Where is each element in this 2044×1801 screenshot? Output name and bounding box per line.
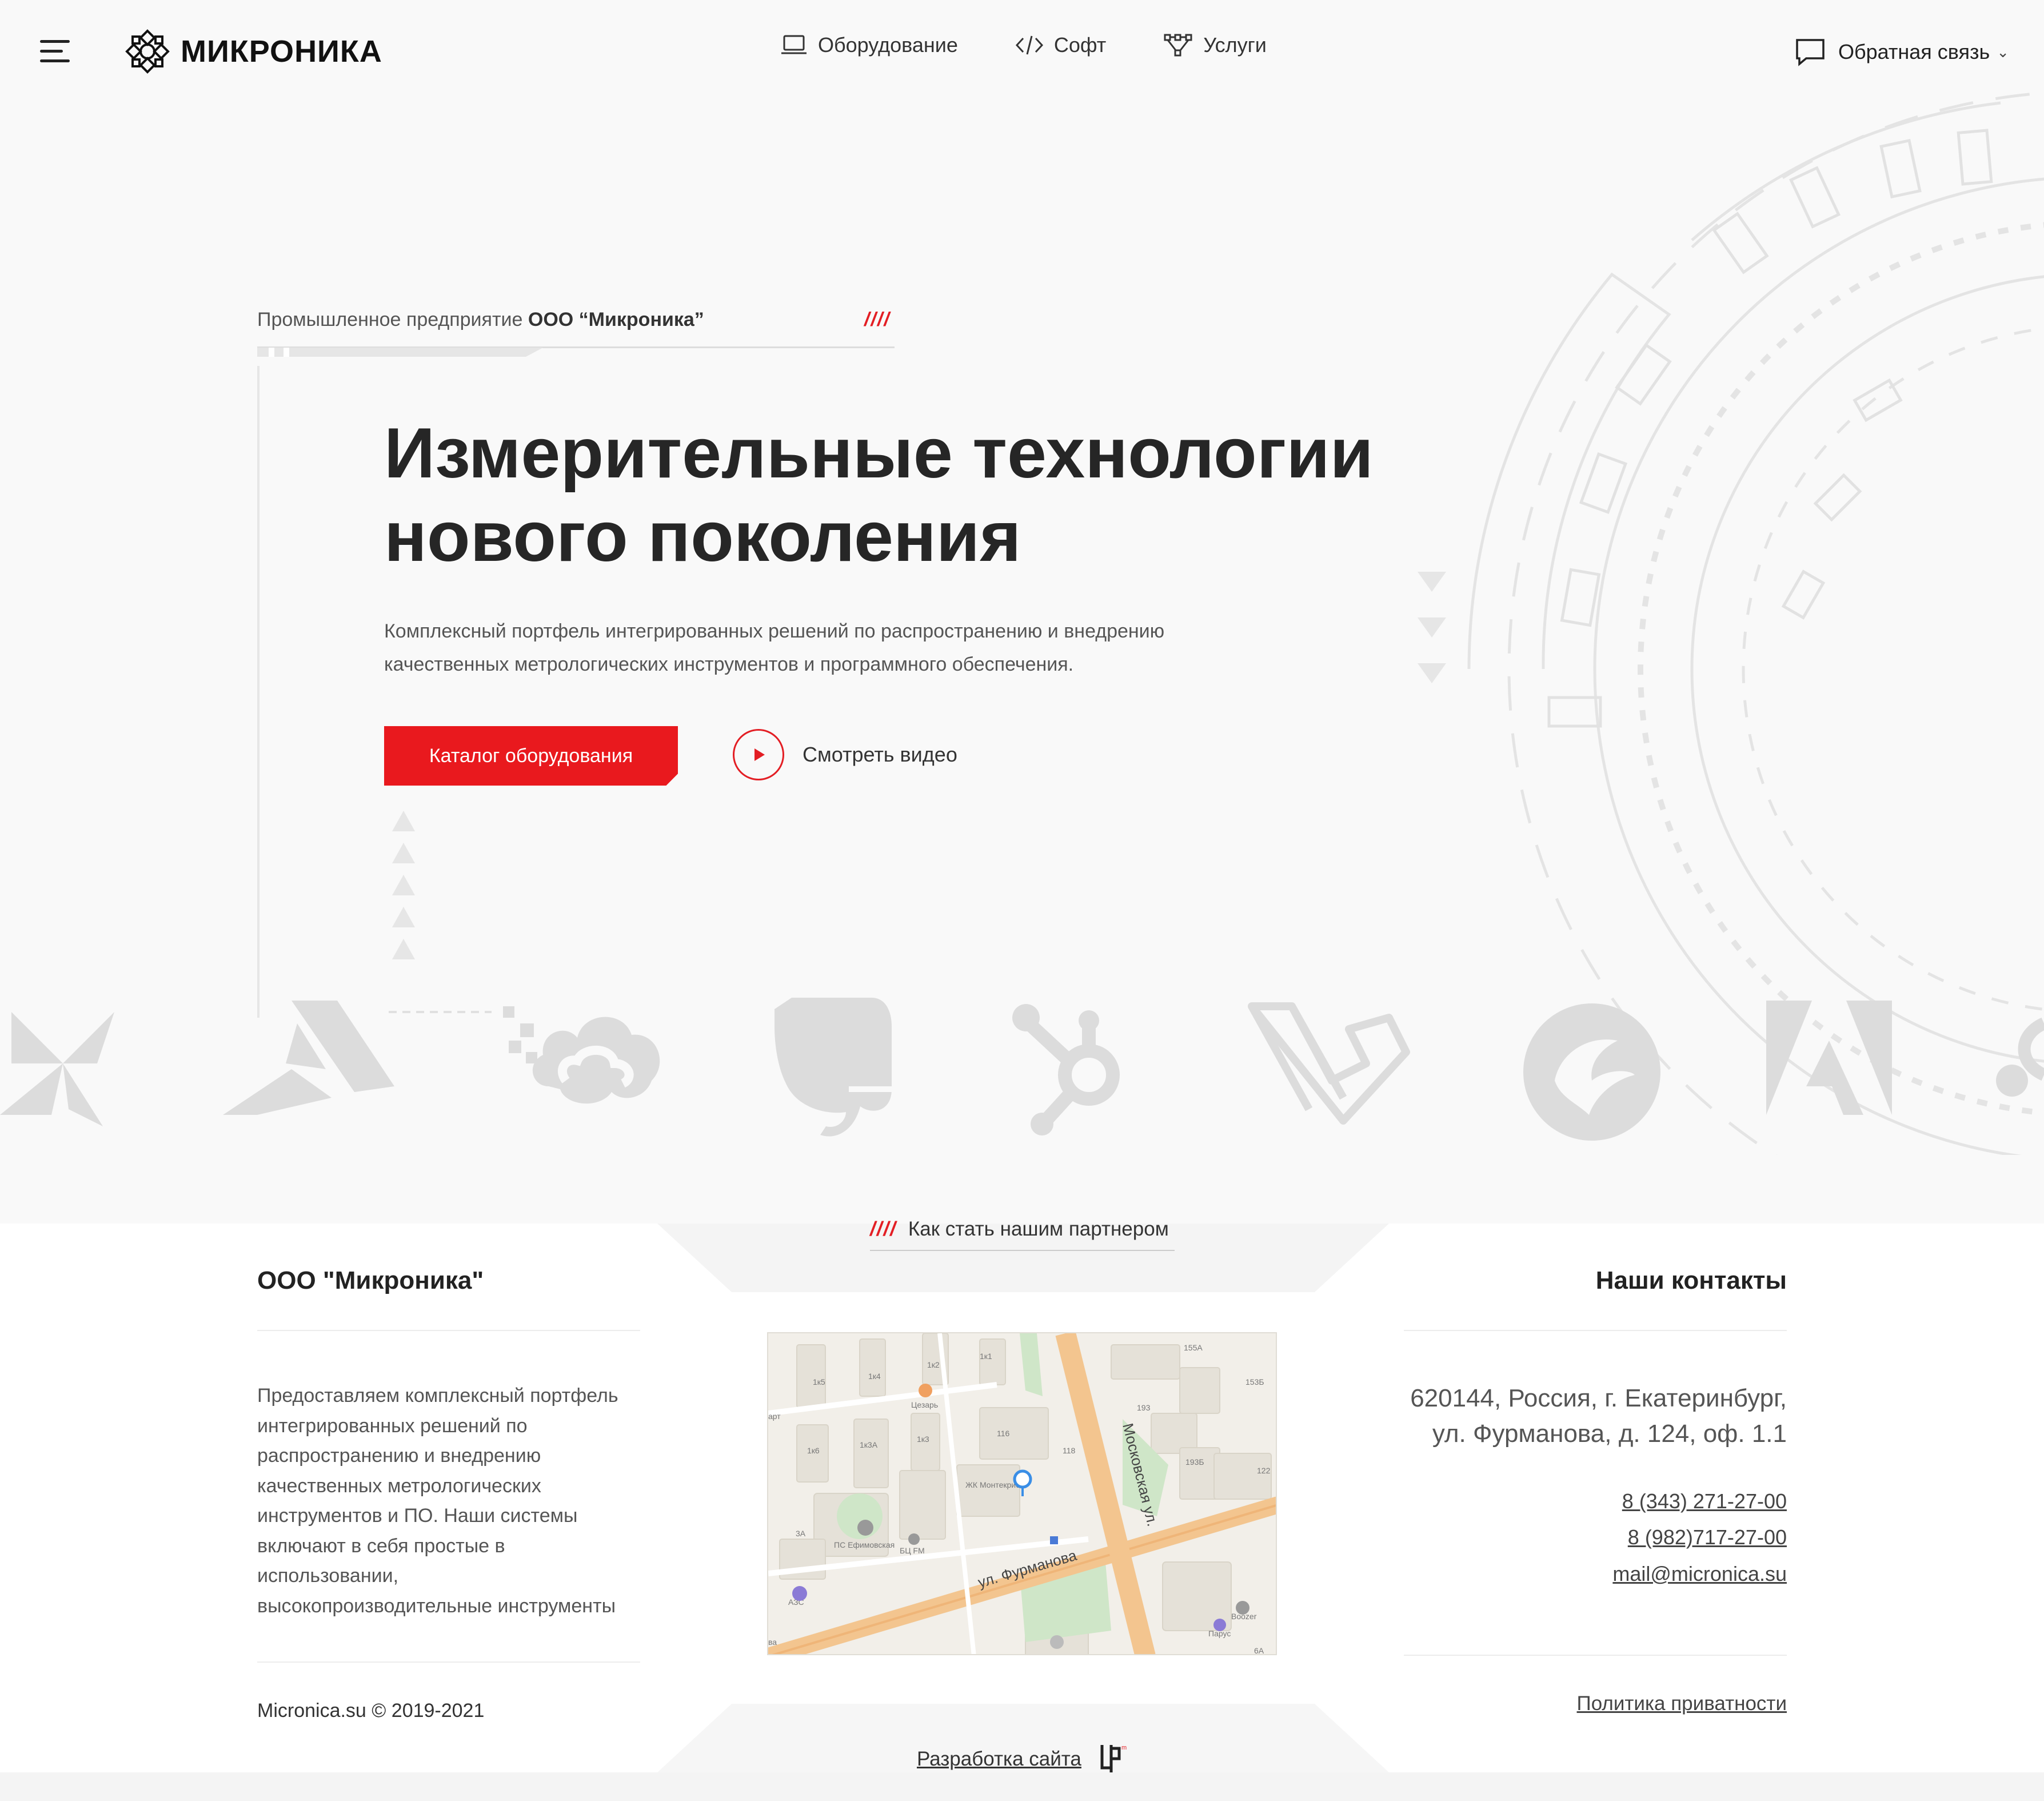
partner-logo-10-icon	[1996, 1017, 2044, 1097]
map-label: 1к6	[807, 1446, 820, 1455]
map-canvas: Московская ул. ул. Фурманова 1к5 1к4 1к2…	[768, 1333, 1276, 1655]
map-label: 116	[997, 1429, 1010, 1438]
map-label: 1к4	[868, 1372, 881, 1381]
map-label: БЦ FM	[900, 1546, 925, 1555]
logo-emblem-icon	[125, 29, 170, 74]
services-icon	[1164, 34, 1192, 57]
map-label: 193Б	[1185, 1457, 1204, 1467]
partner-logos-band	[0, 989, 2044, 1149]
partner-underline	[870, 1250, 1175, 1251]
menu-icon[interactable]	[40, 40, 70, 64]
nav-item-label: Оборудование	[818, 33, 958, 57]
hero-kicker: Промышленное предприятие ООО “Микроника”	[257, 309, 704, 330]
map-label: арт	[768, 1412, 781, 1421]
contacts-title: Наши контакты	[1595, 1266, 1787, 1294]
map-label: 118	[1063, 1446, 1076, 1455]
map-label: 1к3А	[860, 1440, 878, 1449]
nav-item-label: Услуги	[1203, 33, 1267, 57]
map-label: 155А	[1184, 1343, 1203, 1352]
nav-item-equipment[interactable]: Оборудование	[780, 33, 958, 57]
main-nav: Оборудование Софт Услуги	[780, 33, 1324, 57]
map-label: 6А	[1254, 1646, 1264, 1655]
developer-link[interactable]: Разработка сайта m	[917, 1743, 1131, 1776]
evernote-logo-icon	[775, 998, 897, 1137]
partner-logo-1-icon	[0, 1012, 114, 1126]
map-label: ПС Ефимовская	[834, 1540, 895, 1549]
footer-divider	[257, 1661, 640, 1663]
privacy-policy-link[interactable]: Политика приватности	[1577, 1692, 1787, 1715]
cloud-logo-icon	[503, 1006, 660, 1104]
phone-link-2[interactable]: 8 (982)717-27-00	[1628, 1525, 1787, 1549]
copyright: Micronica.su © 2019-2021	[257, 1700, 485, 1722]
map-label: 153Б	[1245, 1377, 1264, 1386]
nav-item-software[interactable]: Софт	[1015, 33, 1106, 57]
feedback-label: Обратная связь	[1838, 40, 1990, 63]
nav-item-services[interactable]: Услуги	[1163, 33, 1267, 57]
footer-divider	[1404, 1655, 1787, 1656]
footer-divider	[1404, 1330, 1787, 1331]
bottom-strip	[0, 1772, 2044, 1801]
map-label: 122	[1257, 1466, 1271, 1475]
triangle-arrows-decoration	[392, 811, 415, 959]
map-label: 193	[1137, 1403, 1151, 1412]
svg-text:m: m	[1121, 1744, 1127, 1751]
logo-text: МИКРОНИКА	[181, 34, 382, 69]
footer-description: Предоставляем комплексный портфель интег…	[257, 1385, 618, 1617]
nav-item-label: Софт	[1053, 33, 1107, 57]
developer-label: Разработка сайта	[917, 1748, 1081, 1770]
logo[interactable]: МИКРОНИКА	[125, 29, 382, 74]
developer-logo-icon: m	[1100, 1744, 1127, 1775]
map-label: Цезарь	[911, 1400, 938, 1409]
catalog-button[interactable]: Каталог оборудования	[384, 726, 678, 786]
map-label: 3А	[796, 1529, 806, 1538]
watch-video-button[interactable]: Смотреть видео	[733, 729, 957, 780]
partner-logo-2-icon	[223, 1001, 394, 1115]
hero-vertical-line	[257, 366, 260, 1018]
watch-video-label: Смотреть видео	[803, 743, 957, 766]
play-icon	[733, 729, 784, 780]
map-label: 1к2	[927, 1360, 940, 1369]
phoenix-logo-icon	[1523, 1003, 1660, 1141]
dashed-connector-decoration	[389, 1011, 492, 1013]
chevron-down-icon: ⌄	[1997, 43, 2010, 61]
adobe-logo-icon	[1766, 1001, 1892, 1115]
laptop-icon	[781, 35, 807, 54]
feedback-dropdown[interactable]: Обратная связь ⌄	[1795, 38, 2009, 66]
map-label: ва	[768, 1637, 777, 1647]
footer-divider	[257, 1330, 640, 1331]
partner-slashes: ////	[870, 1218, 897, 1240]
partner-label: Как стать нашим партнером	[908, 1218, 1169, 1240]
kicker-slashes: ////	[864, 309, 891, 330]
hubspot-logo-icon	[1012, 1004, 1120, 1135]
email-link[interactable]: mail@micronica.su	[1612, 1562, 1787, 1586]
map-label: 1к3	[917, 1435, 929, 1444]
map-label: 1к5	[813, 1377, 825, 1386]
footer-company-name: ООО "Микроника"	[257, 1266, 484, 1294]
laravel-logo-icon	[1248, 1002, 1410, 1125]
code-icon	[1015, 35, 1043, 55]
hero-description: Комплексный портфель интегрированных реш…	[384, 620, 1165, 675]
address: 620144, Россия, г. Екатеринбург, ул. Фур…	[1410, 1384, 1787, 1448]
hero-title: Измерительные технологии нового поколени…	[384, 414, 1374, 576]
partner-link[interactable]: //// Как стать нашим партнером	[870, 1218, 1169, 1241]
kicker-accent-bar	[257, 348, 543, 357]
chat-icon	[1796, 39, 1825, 66]
phone-link-1[interactable]: 8 (343) 271-27-00	[1622, 1489, 1787, 1513]
location-map[interactable]: Московская ул. ул. Фурманова 1к5 1к4 1к2…	[767, 1332, 1277, 1655]
map-label: 1к1	[980, 1352, 992, 1361]
